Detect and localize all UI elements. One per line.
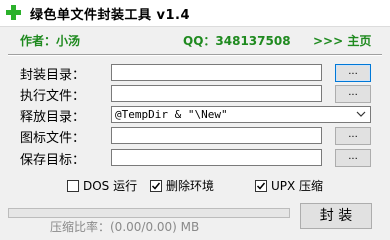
release-dir-select[interactable]: @TempDir & "\New" — [111, 106, 371, 123]
exec-file-browse-button[interactable]: ... — [335, 85, 371, 103]
delete-env-checkbox[interactable]: 删除环境 — [150, 177, 214, 194]
exec-file-input[interactable] — [111, 85, 322, 102]
delete-env-checkbox-box[interactable] — [150, 179, 162, 192]
upx-checkbox-box[interactable] — [255, 179, 267, 192]
package-dir-input[interactable] — [111, 64, 322, 81]
pack-button[interactable]: 封 装 — [300, 203, 372, 229]
package-dir-label: 封装目录： — [20, 68, 86, 83]
chevron-down-icon — [356, 111, 366, 117]
title-bar: 绿色单文件封装工具 v1.4 — [0, 0, 390, 26]
title-separator — [0, 26, 390, 27]
save-target-input[interactable] — [111, 149, 322, 166]
author-label: 作者：小汤 — [20, 34, 81, 48]
compression-ratio-status: 压缩比率：(0.00/0.00) MB — [50, 220, 200, 234]
delete-env-label: 删除环境 — [166, 179, 215, 193]
upx-label: UPX 压缩 — [271, 179, 324, 193]
package-dir-browse-button[interactable]: ... — [335, 64, 371, 82]
app-plus-icon — [6, 5, 21, 20]
icon-file-browse-button[interactable]: ... — [335, 127, 371, 145]
homepage-link[interactable]: >>> 主页 — [313, 32, 371, 49]
checkmark-icon — [151, 182, 161, 190]
release-dir-label: 释放目录： — [20, 110, 86, 125]
dos-run-label: DOS 运行 — [83, 179, 138, 193]
progress-bar — [8, 208, 290, 218]
divider — [8, 54, 382, 56]
save-target-label: 保存目标： — [20, 153, 86, 168]
icon-file-input[interactable] — [111, 127, 322, 144]
save-target-browse-button[interactable]: ... — [335, 149, 371, 167]
release-dir-value: @TempDir & "\New" — [115, 108, 228, 121]
qq-label: QQ：348137508 — [183, 34, 291, 48]
dos-run-checkbox[interactable]: DOS 运行 — [67, 177, 137, 194]
dos-run-checkbox-box[interactable] — [67, 179, 79, 192]
exec-file-label: 执行文件： — [20, 89, 86, 104]
upx-checkbox[interactable]: UPX 压缩 — [255, 177, 323, 194]
icon-file-label: 图标文件： — [20, 131, 86, 146]
checkmark-icon — [256, 182, 266, 190]
window-title: 绿色单文件封装工具 v1.4 — [30, 8, 191, 23]
